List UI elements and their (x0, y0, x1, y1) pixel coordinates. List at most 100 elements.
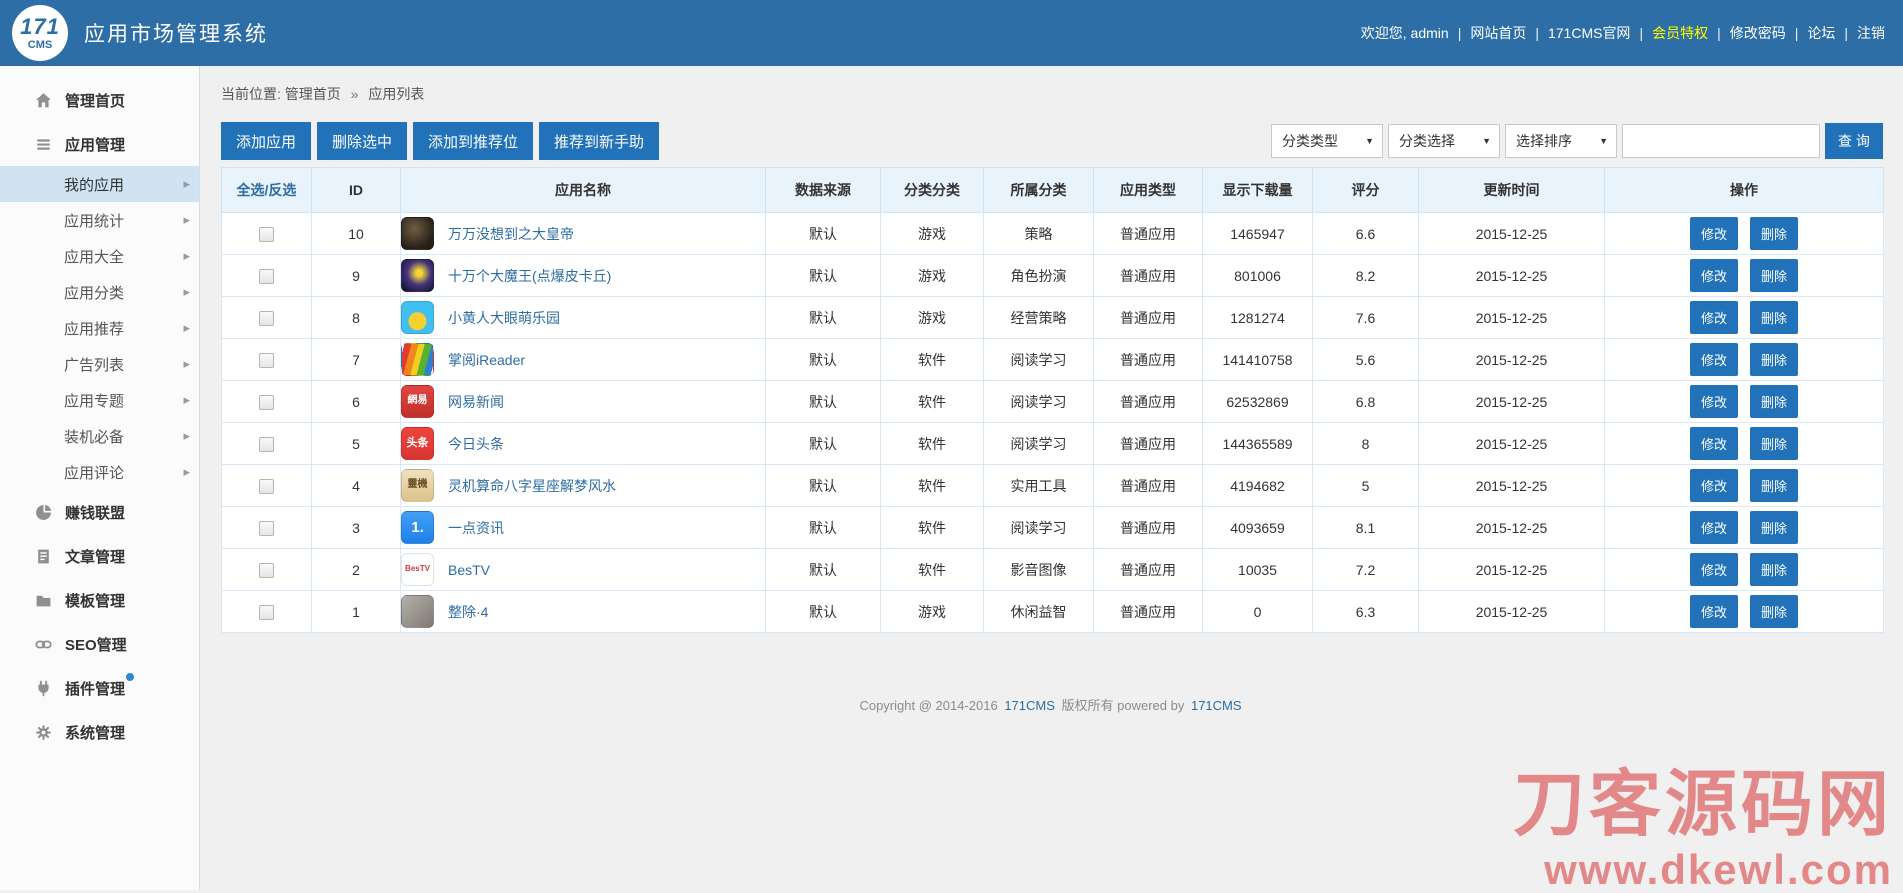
sidebar-item[interactable]: 插件管理 (0, 666, 199, 710)
edit-button[interactable]: 修改 (1690, 595, 1738, 628)
sidebar-subitem[interactable]: 应用评论▸ (0, 454, 199, 490)
app-name-link[interactable]: 灵机算命八字星座解梦风水 (448, 476, 616, 496)
sidebar-item[interactable]: 赚钱联盟 (0, 490, 199, 534)
topbar-link[interactable]: 修改密码 (1730, 25, 1786, 41)
row-checkbox[interactable] (259, 227, 274, 242)
breadcrumb-current: 应用列表 (368, 86, 424, 102)
app-name-link[interactable]: 小黄人大眼萌乐园 (448, 308, 560, 328)
edit-button[interactable]: 修改 (1690, 259, 1738, 292)
edit-button[interactable]: 修改 (1690, 553, 1738, 586)
row-checkbox[interactable] (259, 563, 274, 578)
row-category: 角色扮演 (984, 255, 1094, 297)
sidebar-item[interactable]: 文章管理 (0, 534, 199, 578)
app-name-link[interactable]: 网易新闻 (448, 392, 504, 412)
sidebar-item[interactable]: 管理首页 (0, 78, 199, 122)
toolbar-button[interactable]: 删除选中 (317, 122, 407, 160)
row-updated: 2015-12-25 (1419, 423, 1605, 465)
sidebar-subitem[interactable]: 应用推荐▸ (0, 310, 199, 346)
search-input[interactable] (1622, 124, 1820, 158)
delete-button[interactable]: 删除 (1750, 553, 1798, 586)
footer-link-171cms[interactable]: 171CMS (1004, 698, 1055, 713)
app-name-link[interactable]: 十万个大魔王(点爆皮卡丘) (448, 266, 611, 286)
row-downloads: 4093659 (1203, 507, 1313, 549)
app-name-link[interactable]: BesTV (448, 562, 490, 578)
row-updated: 2015-12-25 (1419, 549, 1605, 591)
topbar-link[interactable]: 会员特权 (1652, 25, 1708, 41)
app-name-link[interactable]: 今日头条 (448, 434, 504, 454)
row-category: 阅读学习 (984, 423, 1094, 465)
select-label: 分类类型 (1282, 131, 1338, 151)
toolbar-button[interactable]: 添加到推荐位 (413, 122, 533, 160)
topbar-link[interactable]: 171CMS官网 (1548, 25, 1630, 41)
row-category: 影音图像 (984, 549, 1094, 591)
sidebar-item[interactable]: SEO管理 (0, 622, 199, 666)
select-all-toggle[interactable]: 全选/反选 (222, 168, 312, 213)
category-type-select[interactable]: 分类类型 ▼ (1271, 124, 1383, 158)
delete-button[interactable]: 删除 (1750, 343, 1798, 376)
row-checkbox[interactable] (259, 521, 274, 536)
footer-link-171cms[interactable]: 171CMS (1191, 698, 1242, 713)
row-id: 7 (312, 339, 401, 381)
sidebar-subitem[interactable]: 装机必备▸ (0, 418, 199, 454)
row-updated: 2015-12-25 (1419, 297, 1605, 339)
delete-button[interactable]: 删除 (1750, 511, 1798, 544)
sidebar-subitem[interactable]: 我的应用▸ (0, 166, 199, 202)
row-id: 4 (312, 465, 401, 507)
app-title: 应用市场管理系统 (84, 18, 268, 48)
row-checkbox[interactable] (259, 605, 274, 620)
sidebar-item[interactable]: 系统管理 (0, 710, 199, 754)
filter-bar: 分类类型 ▼ 分类选择 ▼ 选择排序 ▼ 查 询 (1271, 123, 1883, 159)
row-downloads: 0 (1203, 591, 1313, 633)
toolbar-button[interactable]: 添加应用 (221, 122, 311, 160)
sidebar-subitem[interactable]: 应用大全▸ (0, 238, 199, 274)
topbar-link[interactable]: 网站首页 (1470, 25, 1526, 41)
delete-button[interactable]: 删除 (1750, 259, 1798, 292)
delete-button[interactable]: 删除 (1750, 301, 1798, 334)
row-score: 5.6 (1313, 339, 1419, 381)
logo-text-cms: CMS (28, 40, 52, 51)
sidebar-subitem[interactable]: 应用统计▸ (0, 202, 199, 238)
delete-button[interactable]: 删除 (1750, 595, 1798, 628)
sort-select[interactable]: 选择排序 ▼ (1505, 124, 1617, 158)
edit-button[interactable]: 修改 (1690, 301, 1738, 334)
topbar-link[interactable]: 论坛 (1807, 25, 1835, 41)
delete-button[interactable]: 删除 (1750, 427, 1798, 460)
app-name-link[interactable]: 一点资讯 (448, 518, 504, 538)
separator: | (1795, 25, 1799, 41)
row-checkbox[interactable] (259, 479, 274, 494)
edit-button[interactable]: 修改 (1690, 427, 1738, 460)
edit-button[interactable]: 修改 (1690, 217, 1738, 250)
edit-button[interactable]: 修改 (1690, 343, 1738, 376)
row-checkbox[interactable] (259, 311, 274, 326)
row-checkbox[interactable] (259, 395, 274, 410)
sidebar-subitem[interactable]: 应用分类▸ (0, 274, 199, 310)
delete-button[interactable]: 删除 (1750, 385, 1798, 418)
row-checkbox[interactable] (259, 353, 274, 368)
sidebar-item[interactable]: 模板管理 (0, 578, 199, 622)
app-name-link[interactable]: 掌阅iReader (448, 350, 525, 370)
breadcrumb-home-link[interactable]: 管理首页 (285, 86, 341, 102)
topbar-link[interactable]: 注销 (1857, 25, 1885, 41)
delete-button[interactable]: 删除 (1750, 217, 1798, 250)
row-checkbox[interactable] (259, 269, 274, 284)
category-select[interactable]: 分类选择 ▼ (1388, 124, 1500, 158)
edit-button[interactable]: 修改 (1690, 511, 1738, 544)
query-button[interactable]: 查 询 (1825, 123, 1883, 159)
edit-button[interactable]: 修改 (1690, 469, 1738, 502)
toolbar-button[interactable]: 推荐到新手助 (539, 122, 659, 160)
chevron-right-icon: ▸ (183, 248, 190, 264)
row-checkbox[interactable] (259, 437, 274, 452)
app-name-link[interactable]: 万万没想到之大皇帝 (448, 224, 574, 244)
delete-button[interactable]: 删除 (1750, 469, 1798, 502)
app-name-link[interactable]: 整除·4 (448, 602, 488, 622)
chevron-right-icon: ▸ (183, 356, 190, 372)
edit-button[interactable]: 修改 (1690, 385, 1738, 418)
sidebar-item[interactable]: 应用管理 (0, 122, 199, 166)
row-id: 10 (312, 213, 401, 255)
sidebar-subitem[interactable]: 应用专题▸ (0, 382, 199, 418)
sidebar-item-label: 管理首页 (65, 90, 125, 111)
sidebar-subitem[interactable]: 广告列表▸ (0, 346, 199, 382)
row-category: 阅读学习 (984, 381, 1094, 423)
app-icon (401, 259, 434, 292)
chevron-right-icon: ▸ (183, 176, 190, 192)
